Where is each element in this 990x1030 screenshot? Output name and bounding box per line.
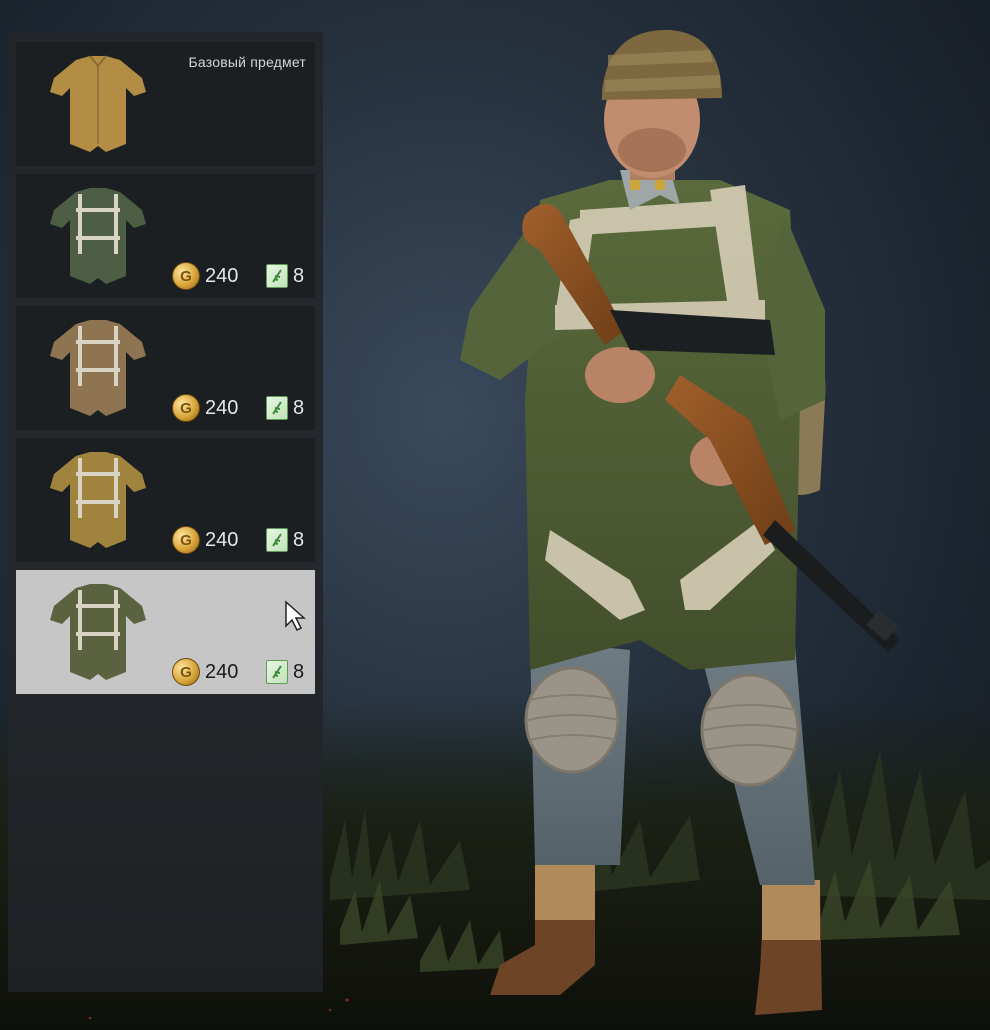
- uniform-item-5-selected[interactable]: G 240 8: [16, 570, 315, 694]
- ticket-price: 8: [266, 526, 304, 554]
- ticket-icon: [266, 264, 288, 288]
- ticket-amount: 8: [293, 528, 305, 551]
- ticket-icon: [266, 396, 288, 420]
- ticket-icon: [266, 660, 288, 684]
- mouse-cursor-icon: [285, 600, 306, 632]
- uniform-item-4[interactable]: G 240 8: [16, 438, 315, 562]
- gold-price: G 240: [172, 394, 238, 422]
- ticket-price: 8: [266, 394, 304, 422]
- ticket-price: 8: [266, 262, 304, 290]
- gold-price: G 240: [172, 658, 238, 686]
- uniform-icon: [50, 188, 146, 284]
- uniform-item-base[interactable]: Базовый предмет: [16, 42, 315, 166]
- base-item-label: Базовый предмет: [188, 54, 306, 70]
- uniform-item-3[interactable]: G 240 8: [16, 306, 315, 430]
- uniform-icon: [50, 452, 146, 548]
- gold-amount: 240: [205, 396, 239, 419]
- uniform-icon: [50, 55, 146, 152]
- gold-price: G 240: [172, 262, 238, 290]
- gold-amount: 240: [205, 264, 239, 287]
- ticket-icon: [266, 528, 288, 552]
- ticket-amount: 8: [293, 264, 305, 287]
- gold-coin-icon: G: [172, 394, 200, 422]
- ticket-amount: 8: [293, 396, 305, 419]
- gold-coin-icon: G: [172, 658, 200, 686]
- uniform-selection-panel: Базовый предмет G 240 8 G 240 8 G 240 8 G 24…: [8, 32, 323, 992]
- gold-price: G 240: [172, 526, 238, 554]
- gold-coin-icon: G: [172, 526, 200, 554]
- uniform-icon: [50, 320, 146, 416]
- gold-coin-icon: G: [172, 262, 200, 290]
- gold-amount: 240: [205, 660, 239, 683]
- ticket-amount: 8: [293, 660, 305, 683]
- gold-amount: 240: [205, 528, 239, 551]
- soldier-character: [460, 29, 900, 1015]
- uniform-icon: [50, 584, 146, 680]
- uniform-item-2[interactable]: G 240 8: [16, 174, 315, 298]
- ticket-price: 8: [266, 658, 304, 686]
